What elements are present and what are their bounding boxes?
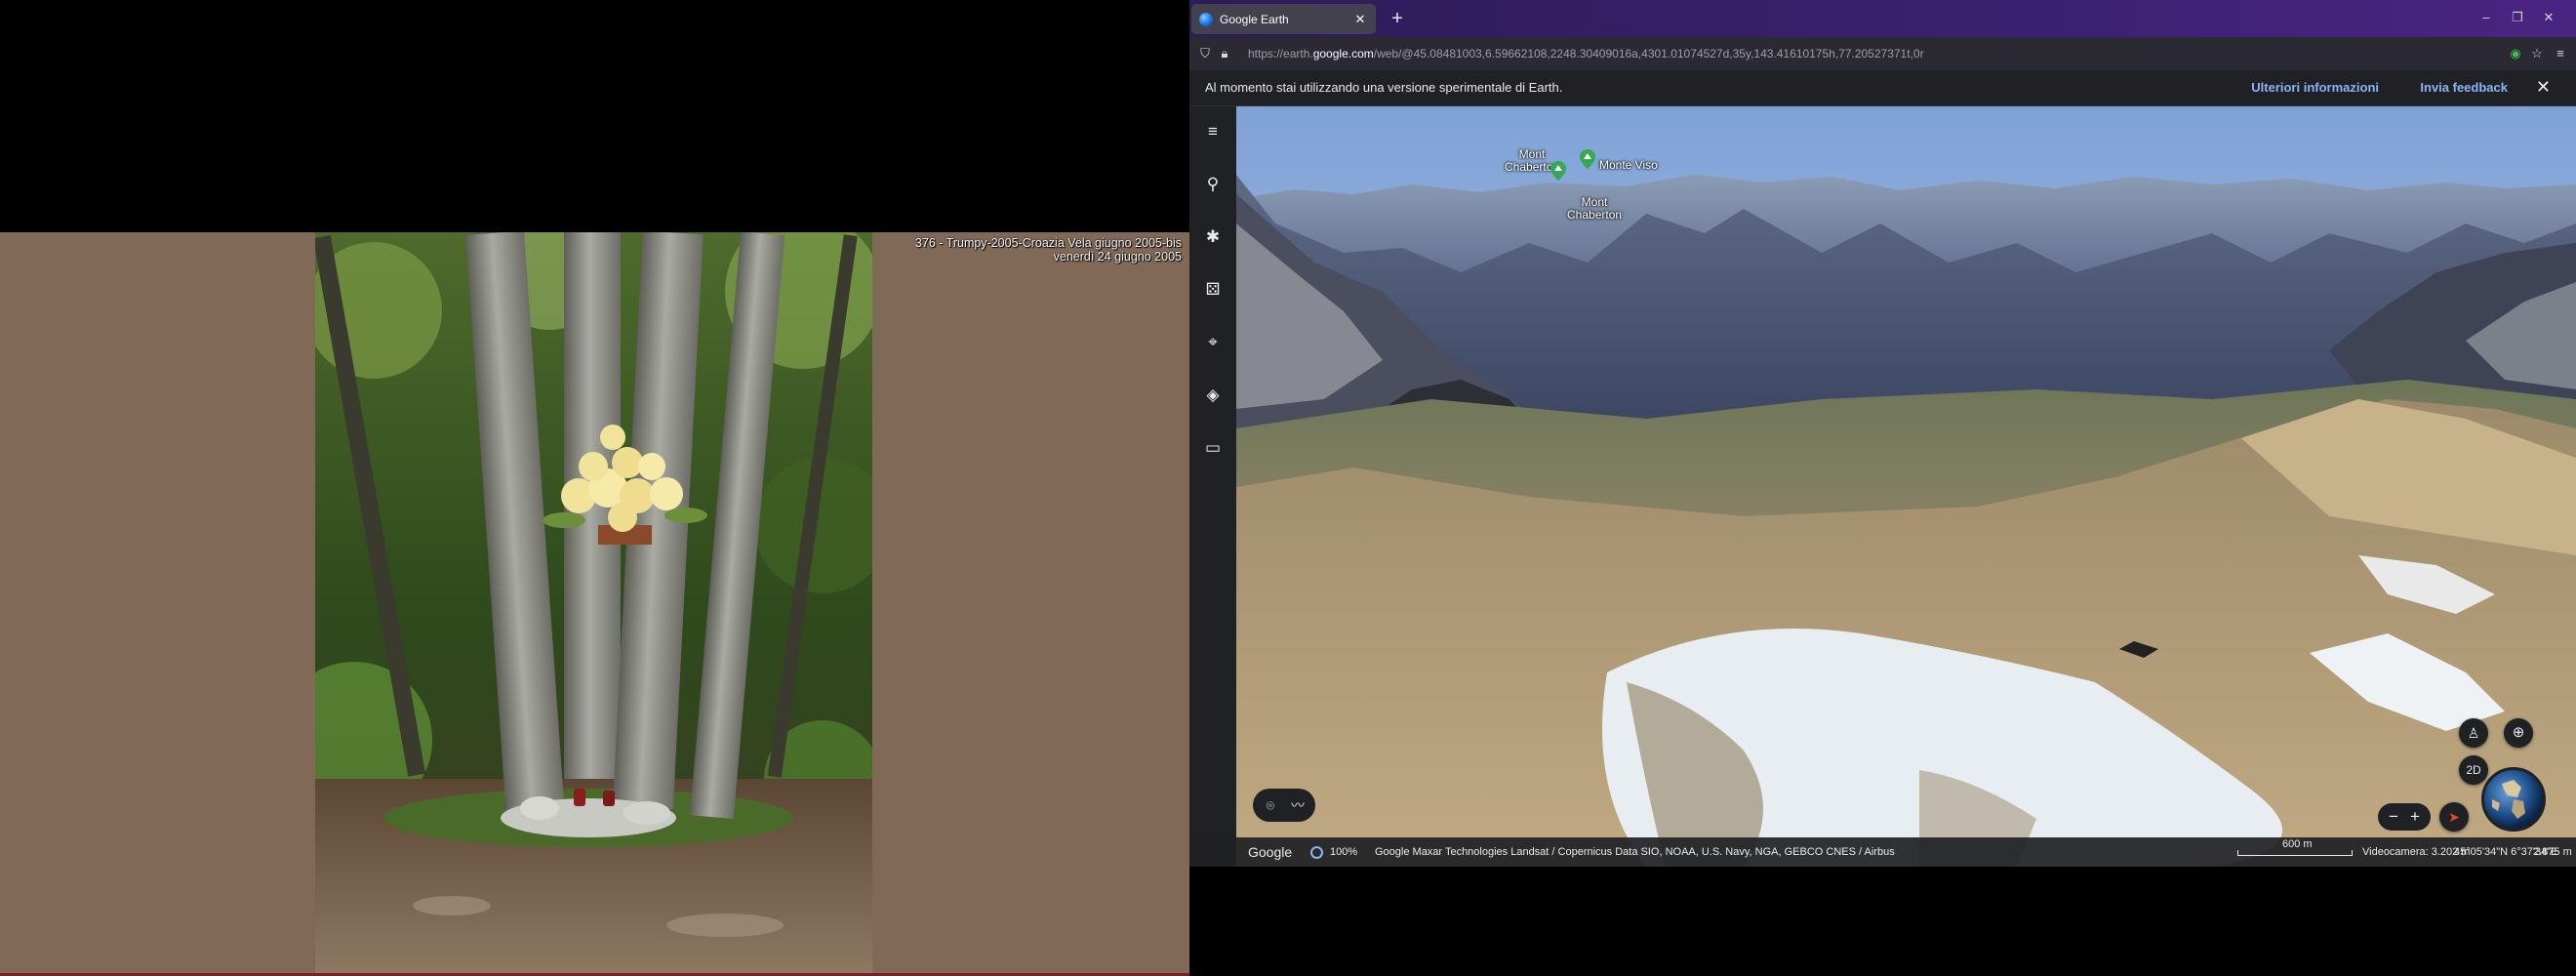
search-icon[interactable]: ⚲	[1199, 171, 1227, 198]
experimental-notice-bar: Al momento stai utilizzando una versione…	[1189, 70, 2576, 106]
layers-icon[interactable]: ◈	[1199, 382, 1227, 409]
tab-close-icon[interactable]: ✕	[1352, 12, 1368, 27]
place-pin-icon[interactable]	[1550, 161, 1566, 181]
bookmark-star-icon[interactable]: ☆	[2527, 44, 2547, 63]
place-pin-icon[interactable]	[1580, 149, 1595, 169]
experimental-notice-text: Al momento stai utilizzando una versione…	[1205, 80, 1563, 95]
tab-bar: Google Earth ✕ + – ❐ ✕	[1189, 0, 2576, 37]
browser-window: Google Earth ✕ + – ❐ ✕ ⛉ 🔒︎ https://eart…	[1189, 0, 2576, 867]
earth-status-bar: Google 100% Google Maxar Technologies La…	[1189, 837, 2576, 867]
globe-overview-map[interactable]	[2481, 767, 2546, 832]
my-location-icon[interactable]: ⊕	[2504, 718, 2533, 748]
data-credits[interactable]: Google Maxar Technologies Landsat / Cope…	[1375, 846, 1895, 858]
app-menu-icon[interactable]: ≡	[2551, 44, 2570, 63]
url-prefix: https://earth.	[1248, 47, 1313, 61]
zoom-out-button[interactable]: −	[2384, 807, 2403, 827]
ruler-icon[interactable]: ▭	[1199, 434, 1227, 462]
photo-viewer-window: 376 - Trumpy-2005-Croazia Vela giugno 20…	[0, 0, 1189, 976]
send-feedback-link[interactable]: Invia feedback	[2420, 80, 2508, 95]
shield-icon[interactable]: ⛉	[1195, 44, 1215, 63]
mountain-landscape	[1236, 106, 2576, 867]
scale-label: 600 m	[2282, 838, 2313, 850]
lock-icon[interactable]: 🔒︎	[1215, 44, 1234, 63]
globe-icon	[2492, 780, 2525, 819]
photo-caption: 376 - Trumpy-2005-Croazia Vela giugno 20…	[915, 236, 1182, 264]
zoom-percent: 100%	[1330, 846, 1358, 858]
photo-caption-date: venerdì 24 giugno 2005	[1053, 250, 1182, 264]
photo-caption-title: 376 - Trumpy-2005-Croazia Vela giugno 20…	[914, 236, 1182, 250]
draw-path-icon[interactable]: 〰	[1288, 795, 1308, 815]
extension-icon[interactable]: ◉	[2506, 44, 2525, 63]
compass-icon[interactable]: ➤	[2439, 802, 2469, 832]
drawing-tools: ⌾ 〰	[1253, 789, 1315, 822]
url-bar[interactable]: https://earth.google.com/web/@45.0848100…	[1242, 43, 2237, 64]
navigation-bar: ⛉ 🔒︎ https://earth.google.com/web/@45.08…	[1189, 37, 2576, 70]
add-placemark-icon[interactable]: ⌾	[1261, 795, 1280, 815]
toggle-2d-button[interactable]: 2D	[2459, 755, 2488, 785]
photo-forest-shrine	[315, 232, 872, 976]
earth-3d-view[interactable]: Mont Chaberton Monte Viso Mont Chaberton…	[1236, 106, 2576, 867]
screen: 376 - Trumpy-2005-Croazia Vela giugno 20…	[0, 0, 2576, 976]
place-label-monte-viso[interactable]: Monte Viso	[1599, 159, 1658, 172]
scale-bar	[2237, 850, 2353, 856]
zoom-controls: − +	[2378, 803, 2431, 831]
more-info-link[interactable]: Ulteriori informazioni	[2251, 80, 2379, 95]
dice-icon[interactable]: ⚄	[1199, 276, 1227, 304]
desktop-background	[1189, 867, 2576, 976]
place-label-mont-chaberton-2[interactable]: Mont Chaberton	[1567, 196, 1622, 222]
close-notice-button[interactable]: ✕	[2536, 77, 2551, 98]
close-window-button[interactable]: ✕	[2529, 4, 2568, 31]
projects-icon[interactable]: ⌖	[1199, 329, 1227, 356]
url-path: /web/@45.08481003,6.59662108,2248.304090…	[1373, 47, 1924, 61]
voyager-icon[interactable]: ✱	[1199, 224, 1227, 251]
new-tab-button[interactable]: +	[1385, 6, 1410, 31]
loading-indicator-icon	[1310, 846, 1323, 859]
tab-title: Google Earth	[1220, 12, 1289, 26]
elevation: 2.875 m	[2533, 846, 2572, 858]
google-logo: Google	[1248, 844, 1293, 860]
url-host: google.com	[1312, 47, 1374, 61]
photo-image	[315, 232, 872, 976]
pegman-icon[interactable]: ♙	[2459, 718, 2488, 748]
zoom-in-button[interactable]: +	[2405, 807, 2425, 827]
earth-sidebar: ≡ ⚲ ✱ ⚄ ⌖ ◈ ▭	[1189, 106, 1236, 867]
menu-icon[interactable]: ≡	[1199, 118, 1227, 145]
google-earth-favicon-icon	[1199, 12, 1213, 26]
tab-google-earth[interactable]: Google Earth ✕	[1191, 4, 1376, 34]
